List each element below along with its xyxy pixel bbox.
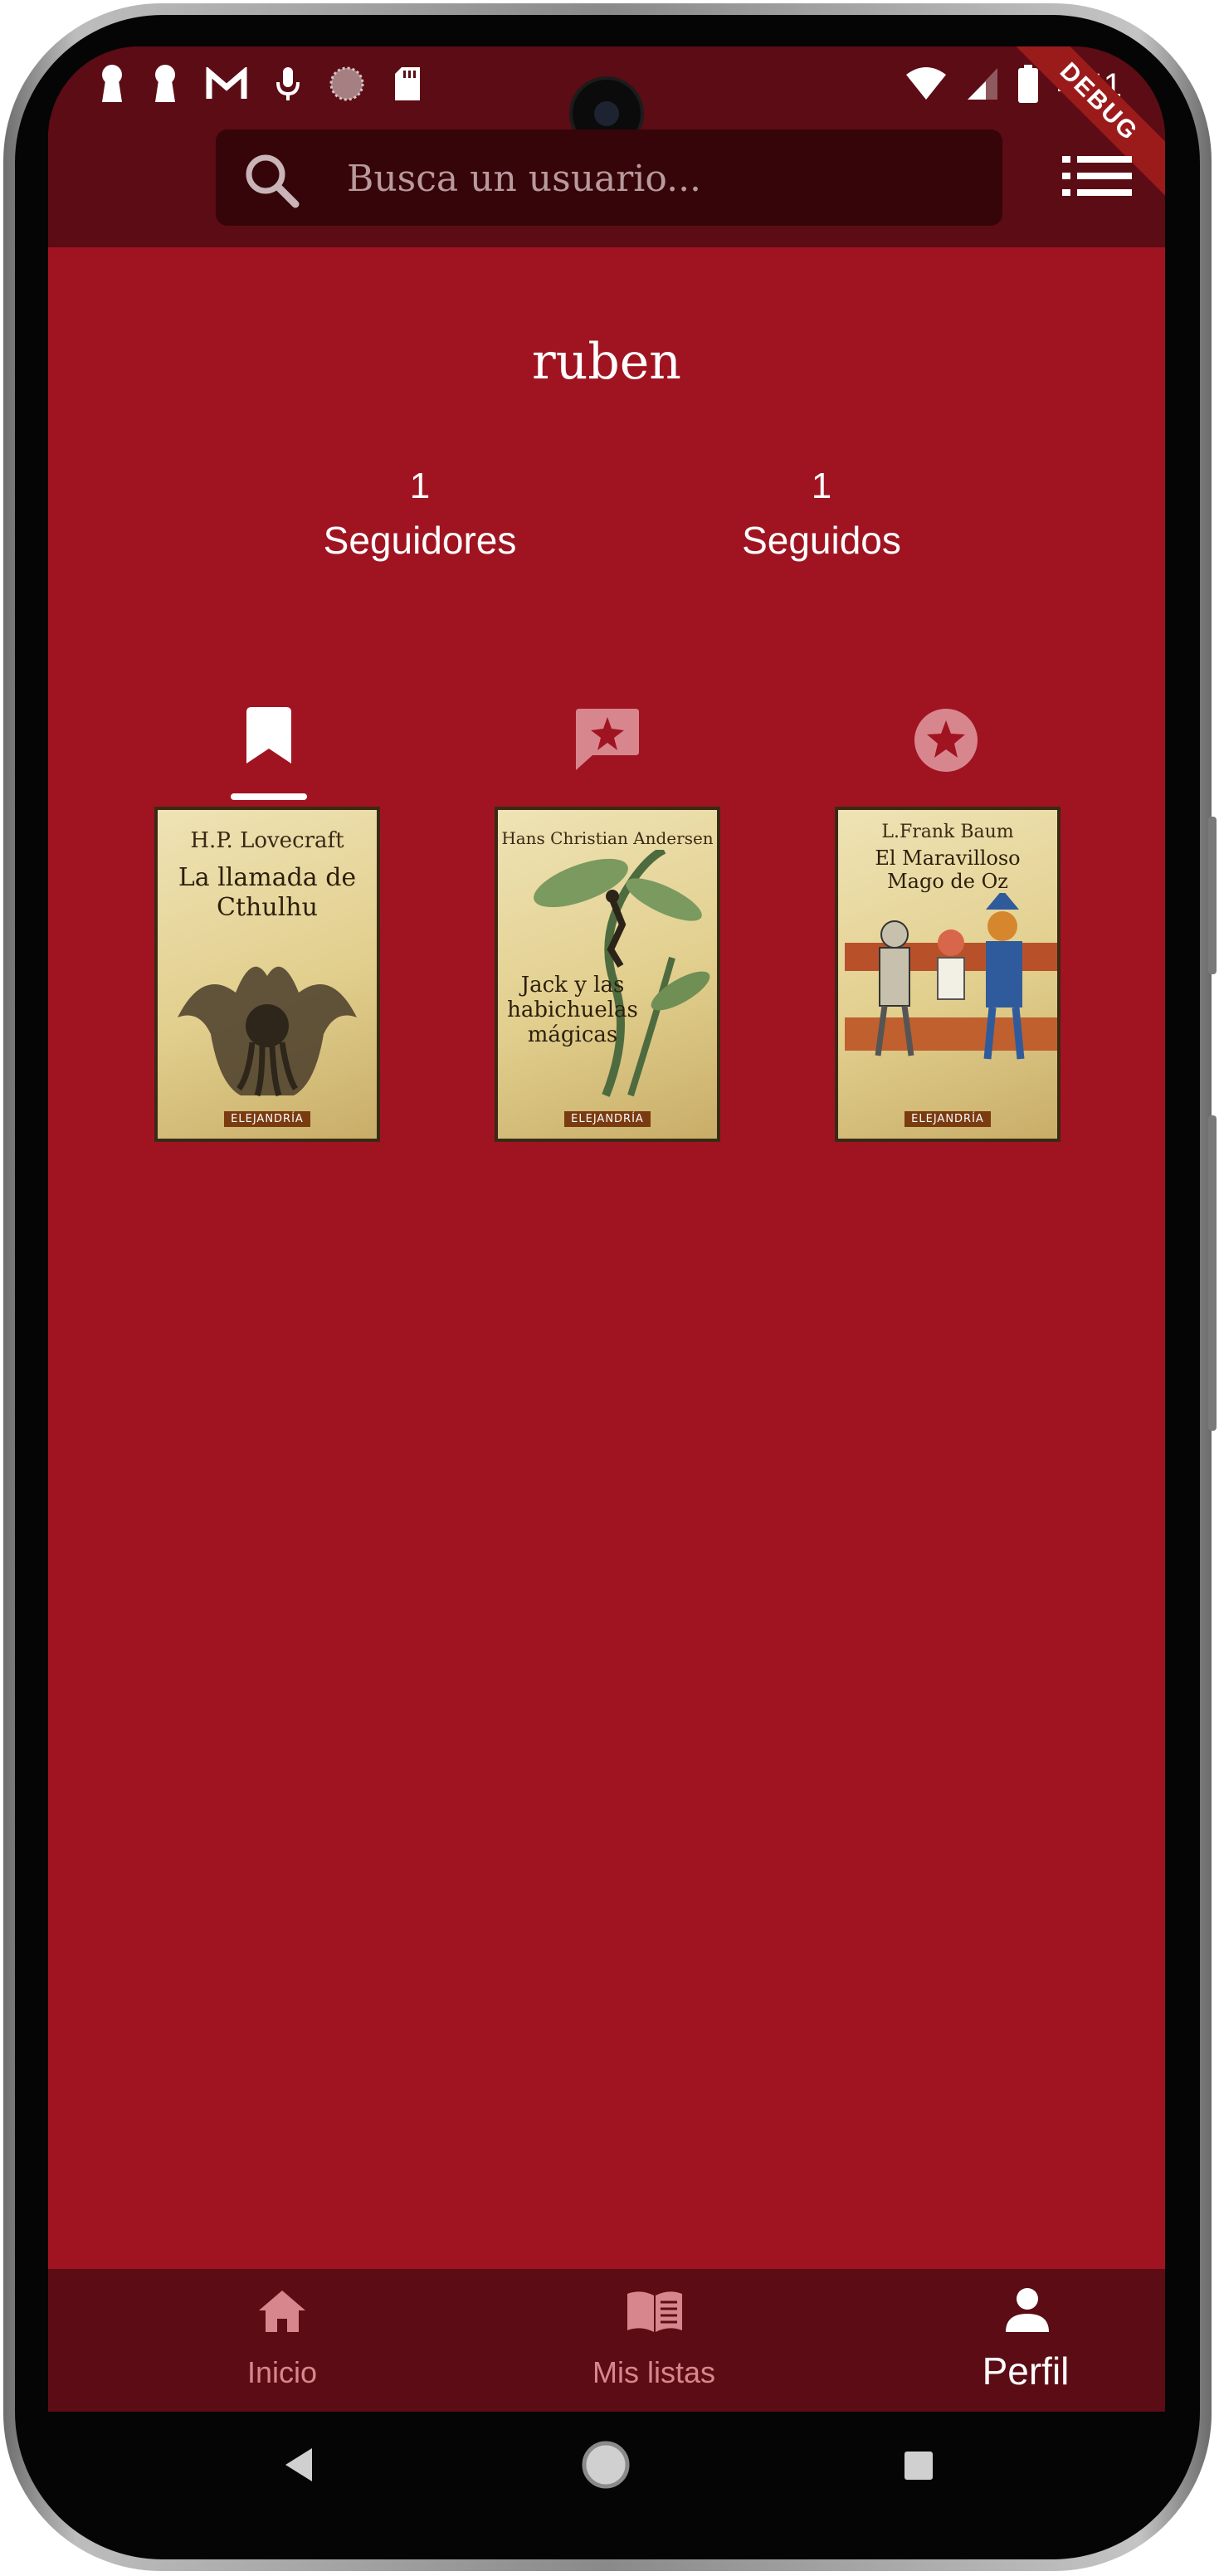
bottom-navigation: Inicio Mis listas Perfil: [48, 2269, 1165, 2412]
recents-icon[interactable]: [903, 2450, 934, 2485]
user-search-field[interactable]: [216, 129, 1002, 226]
tab-reviews[interactable]: [541, 685, 674, 802]
book-cover[interactable]: L.Frank Baum El Maravilloso Mago de Oz E…: [835, 807, 1061, 1142]
app-screen: 4:41 DEBUG ruben 1 Seguidores 1 Seguidos: [48, 46, 1165, 2412]
volume-button: [1208, 817, 1217, 974]
app-bar: 4:41 DEBUG: [48, 46, 1165, 247]
power-button: [1208, 1115, 1217, 1431]
following-stat[interactable]: 1 Seguidos: [697, 461, 946, 569]
home-circle-icon[interactable]: [581, 2440, 631, 2493]
status-bar-left: [100, 58, 422, 113]
book-cover[interactable]: H.P. Lovecraft La llamada de Cthulhu ELE…: [154, 807, 380, 1142]
oz-illustration: [845, 893, 1057, 1060]
list-icon[interactable]: [1062, 154, 1132, 201]
review-star-icon: [574, 685, 641, 802]
following-label: Seguidos: [742, 519, 901, 562]
wifi-icon: [904, 66, 948, 105]
nav-label: Mis listas: [592, 2355, 715, 2389]
home-icon: [257, 2289, 307, 2337]
signal-icon: [966, 66, 999, 105]
tab-ratings[interactable]: [880, 685, 1012, 802]
search-icon: [242, 151, 300, 212]
tab-indicator: [231, 793, 307, 800]
nav-item-mis-listas[interactable]: Mis listas: [529, 2269, 778, 2412]
publisher-label: ELEJANDRÍA: [564, 1111, 651, 1127]
book-author: L.Frank Baum: [881, 822, 1014, 842]
book-publisher: ELEJANDRÍA: [838, 1111, 1057, 1127]
nav-item-perfil[interactable]: Perfil: [901, 2269, 1150, 2412]
followers-label: Seguidores: [323, 519, 517, 562]
publisher-label: ELEJANDRÍA: [224, 1111, 310, 1127]
nav-label: Perfil: [982, 2349, 1070, 2393]
back-icon[interactable]: [282, 2447, 315, 2486]
book-author: H.P. Lovecraft: [190, 828, 344, 853]
dot-circle-icon: [329, 66, 365, 105]
book-publisher: ELEJANDRÍA: [158, 1111, 377, 1127]
bookmark-icon: [245, 685, 293, 802]
book-title: Jack y las habichuelas mágicas: [507, 973, 638, 1047]
person-icon: [1004, 2287, 1051, 2337]
book-author: Hans Christian Andersen: [501, 828, 714, 848]
sd-card-icon: [393, 66, 422, 105]
nav-item-inicio[interactable]: Inicio: [158, 2269, 407, 2412]
star-circle-icon: [913, 685, 979, 802]
keyhole-icon: [153, 64, 178, 107]
profile-username: ruben: [532, 333, 681, 391]
following-count: 1: [811, 466, 832, 506]
search-input[interactable]: [345, 146, 979, 211]
battery-icon: [1017, 65, 1039, 106]
followers-count: 1: [409, 466, 431, 506]
gmail-icon: [206, 66, 247, 104]
keyhole-icon: [100, 64, 124, 107]
book-title: El Maravilloso Mago de Oz: [875, 846, 1021, 893]
mic-icon: [275, 66, 300, 105]
cthulhu-illustration: [178, 966, 357, 1097]
tab-bookmarks[interactable]: [202, 685, 335, 802]
book-title: La llamada de Cthulhu: [178, 863, 357, 922]
publisher-label: ELEJANDRÍA: [904, 1111, 991, 1127]
book-publisher: ELEJANDRÍA: [498, 1111, 717, 1127]
book-icon: [626, 2289, 684, 2337]
book-cover[interactable]: Hans Christian Andersen Jack y las habic…: [495, 807, 720, 1142]
nav-label: Inicio: [246, 2355, 318, 2389]
system-navigation-bar: [48, 2412, 1165, 2536]
followers-stat[interactable]: 1 Seguidores: [295, 461, 544, 569]
